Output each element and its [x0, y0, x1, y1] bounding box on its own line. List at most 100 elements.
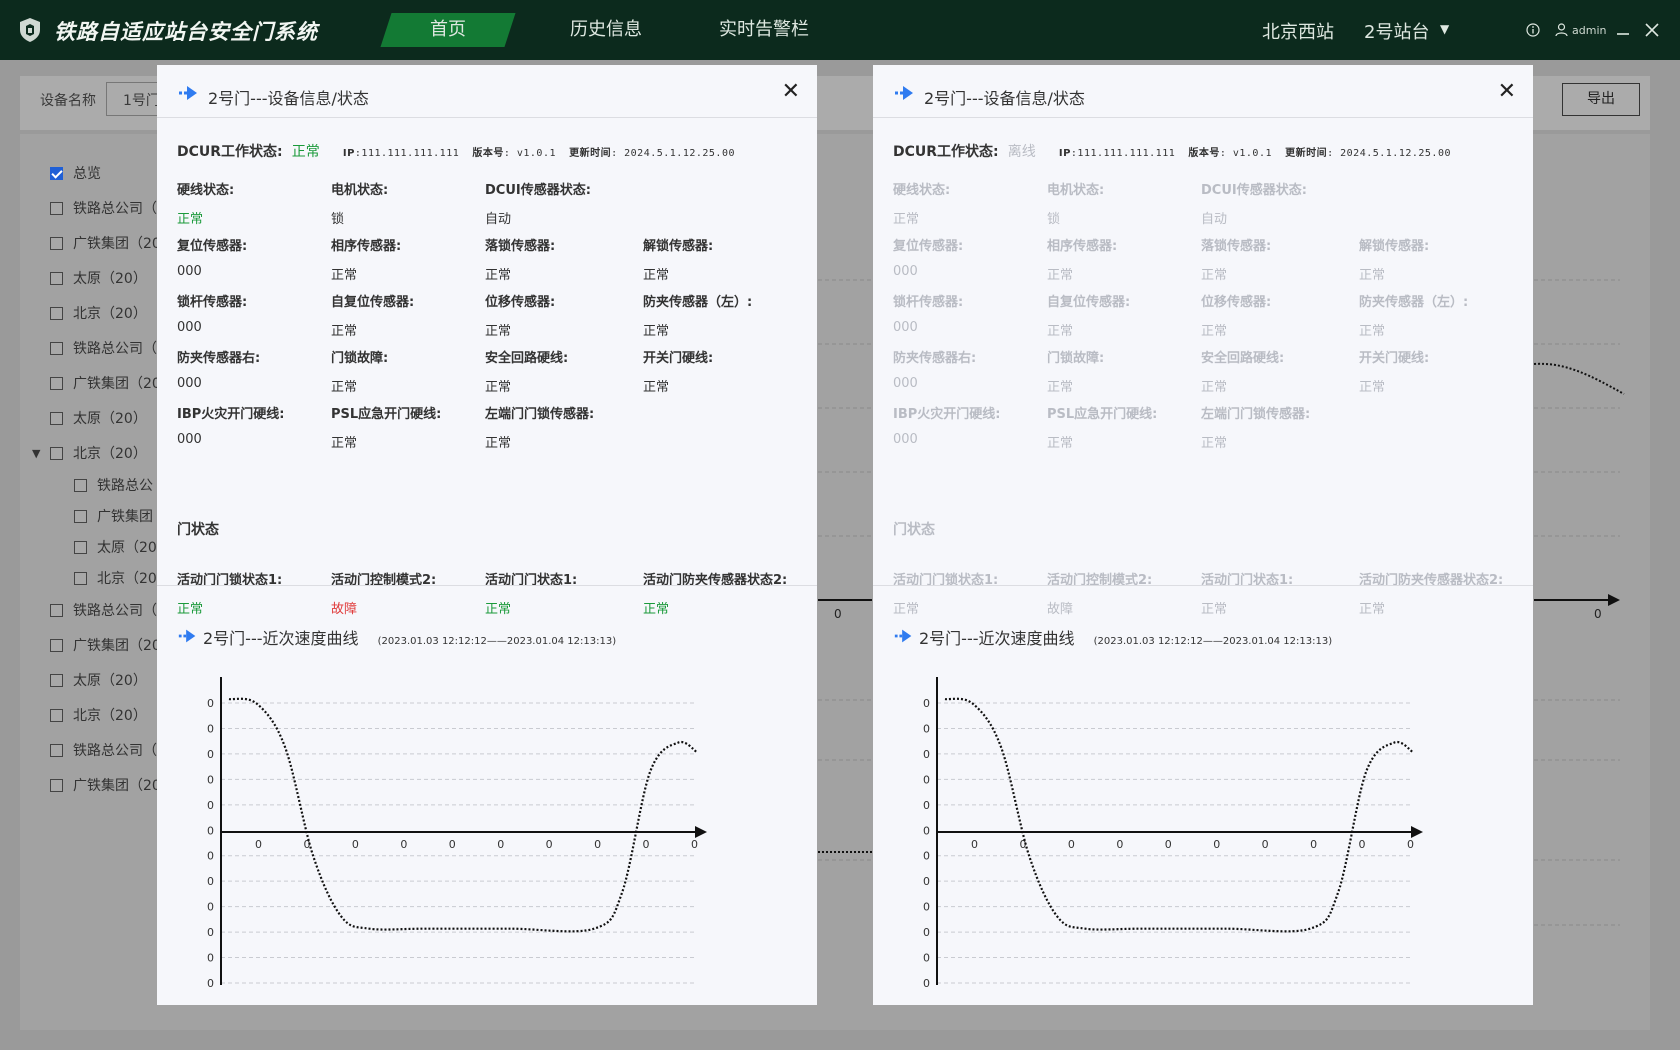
status-field-value: 000	[177, 264, 202, 279]
arrow-right-icon	[179, 86, 197, 100]
status-field-value: 000	[893, 320, 918, 335]
status-field: 落锁传感器: 正常	[485, 235, 555, 283]
y-tick-label: 0	[923, 773, 930, 786]
status-field: 自复位传感器: 正常	[331, 291, 414, 339]
status-field-value: 自动	[1201, 212, 1228, 227]
status-field-label: DCUI传感器状态:	[485, 183, 591, 198]
status-field-label: 安全回路硬线:	[1201, 351, 1285, 366]
status-field-label: PSL应急开门硬线:	[331, 407, 442, 422]
speed-curve-header: 2号门---近次速度曲线 (2023.01.03 12:12:12——2023.…	[177, 625, 616, 649]
version-value: : v1.0.1	[503, 148, 556, 159]
speed-series-line	[944, 697, 1414, 933]
status-field: 自复位传感器: 正常	[1047, 291, 1130, 339]
y-tick-label: 0	[923, 799, 930, 812]
speed-curve-section: 2号门---近次速度曲线 (2023.01.03 12:12:12——2023.…	[157, 585, 817, 1005]
status-field-value: 正常	[1047, 324, 1074, 339]
x-tick-label: 0	[1213, 838, 1220, 851]
door-status-heading: 门状态	[893, 522, 935, 538]
update-time-value: : 2024.5.1.12.25.00	[1327, 148, 1451, 159]
status-field: 开关门硬线: 正常	[643, 347, 713, 395]
status-field-value: 正常	[1201, 380, 1228, 395]
status-field-label: 相序传感器:	[331, 239, 402, 254]
status-field-value: 正常	[485, 324, 512, 339]
y-tick-label: 0	[923, 697, 930, 710]
status-field-value: 000	[893, 264, 918, 279]
x-axis-arrow	[1411, 826, 1423, 838]
x-tick-label: 0	[255, 838, 262, 851]
status-field-value: 正常	[1201, 268, 1228, 283]
status-field: 硬线状态: 正常	[893, 179, 950, 227]
status-field-value: 正常	[1201, 436, 1228, 451]
close-icon[interactable]: ✕	[782, 79, 800, 104]
status-field: DCUI传感器状态: 自动	[485, 179, 591, 227]
y-tick-label: 0	[207, 952, 214, 965]
status-field-value: 000	[893, 376, 918, 391]
status-field: 电机状态: 锁	[1047, 179, 1104, 227]
bg-x-tick: 0	[834, 607, 842, 621]
x-tick-label: 0	[1310, 838, 1317, 851]
status-field-value: 锁	[1047, 212, 1061, 227]
ip-info: IP:111.111.111.111	[1059, 148, 1175, 159]
status-field-value: 正常	[1047, 436, 1074, 451]
status-field: 复位传感器: 000	[893, 235, 963, 279]
dialog-header: 2号门---设备信息/状态 ✕	[157, 65, 817, 118]
dcur-status-label: DCUR工作状态:	[893, 144, 999, 160]
status-field-value: 正常	[331, 380, 358, 395]
status-field-label: 防夹传感器右:	[893, 351, 977, 366]
status-field: 硬线状态: 正常	[177, 179, 234, 227]
speed-curve-title: 2号门---近次速度曲线	[203, 629, 359, 648]
status-field-value: 000	[177, 376, 202, 391]
status-field-value: 锁	[331, 212, 345, 227]
status-field-label: 电机状态:	[1047, 183, 1105, 198]
status-field-label: 复位传感器:	[893, 239, 964, 254]
status-field-value: 正常	[1359, 268, 1386, 283]
dcur-status-row: DCUR工作状态: 离线 IP:111.111.111.111 版本号: v1.…	[893, 141, 1451, 161]
close-icon[interactable]: ✕	[1498, 79, 1516, 104]
status-field: PSL应急开门硬线: 正常	[331, 403, 441, 451]
dcur-status-value: 离线	[1007, 144, 1036, 160]
status-field-label: 自复位传感器:	[331, 295, 415, 310]
status-field-label: 位移传感器:	[485, 295, 556, 310]
status-field: IBP火灾开门硬线: 000	[893, 403, 1000, 447]
status-field-label: 防夹传感器（左）:	[1359, 295, 1469, 310]
update-time-label: 更新时间	[569, 148, 612, 159]
arrow-right-icon	[178, 629, 196, 643]
status-field-label: 落锁传感器:	[485, 239, 556, 254]
x-tick-label: 0	[1116, 838, 1123, 851]
status-field-value: 正常	[485, 380, 512, 395]
y-tick-label: 0	[207, 850, 214, 863]
dcur-status-label: DCUR工作状态:	[177, 144, 283, 160]
status-field-label: 解锁传感器:	[1359, 239, 1430, 254]
status-field-value: 正常	[643, 380, 670, 395]
status-field-label: 电机状态:	[331, 183, 389, 198]
y-tick-label: 0	[207, 799, 214, 812]
y-tick-label: 0	[207, 824, 214, 837]
status-field-value: 正常	[893, 212, 920, 227]
device-status-dialog: 2号门---设备信息/状态 ✕ DCUR工作状态: 正常 IP:111.111.…	[157, 65, 817, 1005]
bg-x-tick: 0	[1594, 607, 1602, 621]
dcur-status-value: 正常	[291, 144, 320, 160]
y-tick-label: 0	[923, 824, 930, 837]
ip-value: :111.111.111.111	[1070, 148, 1176, 159]
speed-curve-chart: 0000000000000 0 0 0 0 0 0 0 0 0	[923, 677, 1423, 987]
status-field-value: 000	[177, 432, 202, 447]
status-field-label: IBP火灾开门硬线:	[177, 407, 285, 422]
status-field: 锁杆传感器: 000	[893, 291, 963, 335]
speed-series-line	[228, 697, 698, 933]
status-field: 解锁传感器: 正常	[643, 235, 713, 283]
arrow-right-icon	[895, 86, 913, 100]
status-field-label: 门锁故障:	[331, 351, 389, 366]
status-field-value: 正常	[1359, 380, 1386, 395]
version-info: 版本号: v1.0.1	[1188, 148, 1272, 159]
y-tick-label: 0	[207, 926, 214, 939]
status-field: 复位传感器: 000	[177, 235, 247, 279]
ip-value: :111.111.111.111	[354, 148, 460, 159]
y-tick-label: 0	[923, 748, 930, 761]
device-info-section: DCUR工作状态: 离线 IP:111.111.111.111 版本号: v1.…	[873, 119, 1533, 617]
status-field-value: 000	[893, 432, 918, 447]
y-tick-label: 0	[923, 952, 930, 965]
status-field: 防夹传感器右: 000	[177, 347, 260, 391]
arrow-right-icon	[894, 629, 912, 643]
status-field: 门锁故障: 正常	[1047, 347, 1104, 395]
y-tick-label: 0	[923, 926, 930, 939]
